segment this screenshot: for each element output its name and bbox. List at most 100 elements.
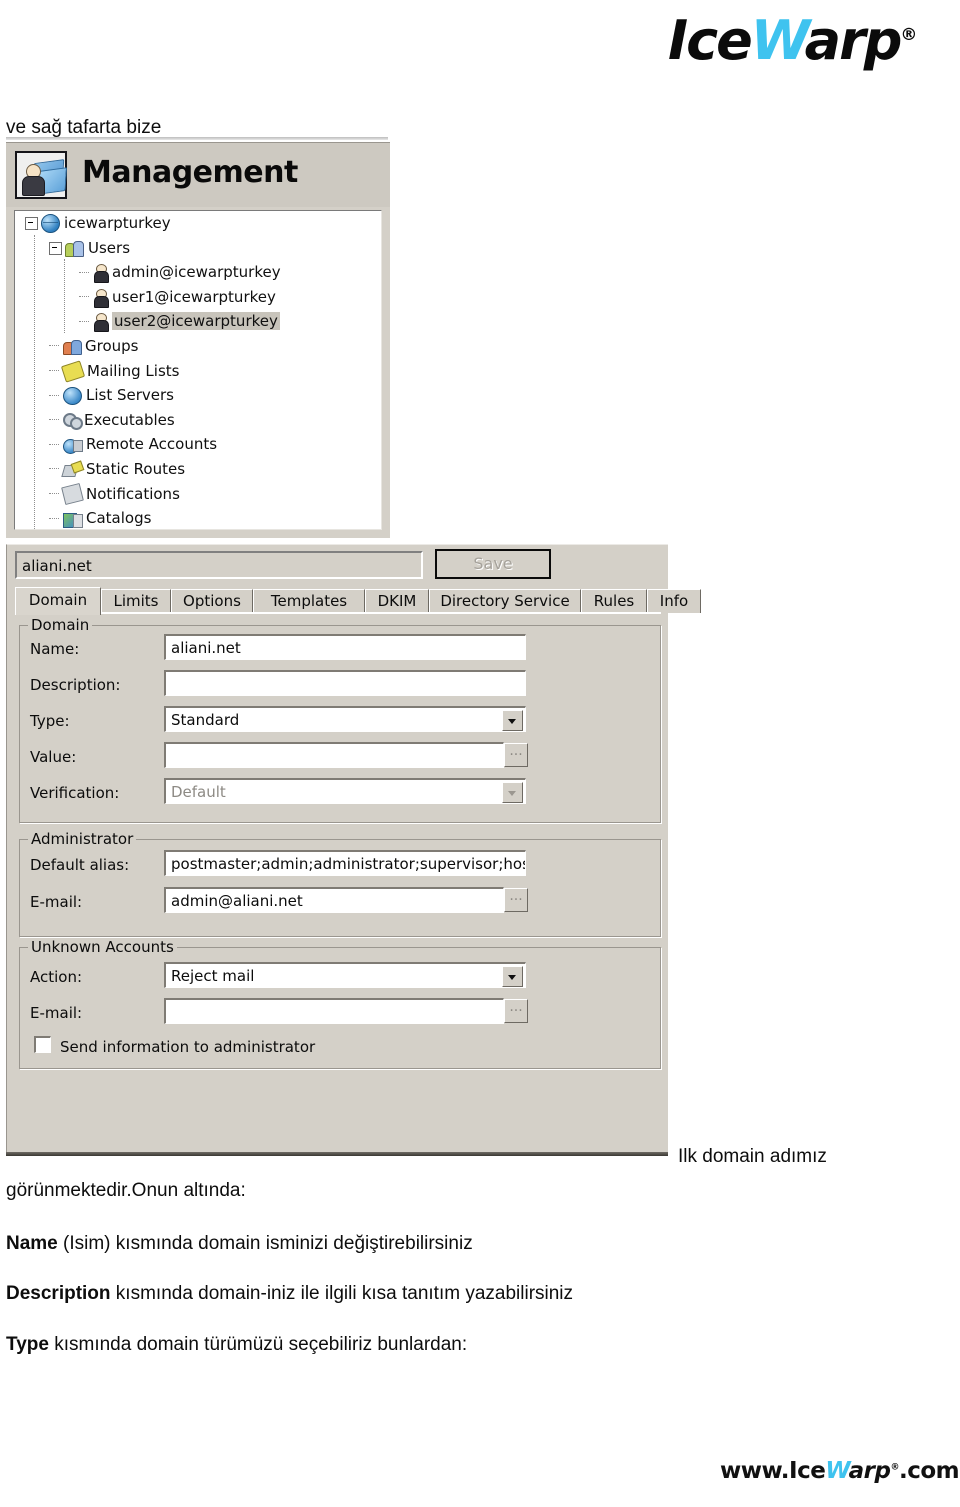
chevron-down-icon[interactable] [502,782,523,803]
tree-item[interactable]: Notifications [15,482,381,507]
tab-directory-service[interactable]: Directory Service [429,589,581,613]
description-input[interactable] [164,670,526,696]
save-button[interactable]: Save [435,549,551,579]
management-tree[interactable]: icewarpturkey Users admin@icewarpturkey use… [14,210,382,530]
prose-line-4-bold: Type [6,1334,49,1355]
name-input[interactable]: aliani.net [164,634,526,660]
logo-text-pre: Ice [668,9,753,72]
tab-label: Options [183,592,241,610]
groups-icon [63,338,82,356]
icewarp-logo: IceWarp® [668,14,917,68]
send-info-label: Send information to administrator [60,1038,316,1056]
tree-item-label: Groups [85,336,139,355]
unknown-email-label: E-mail: [30,1004,83,1022]
remote-icon [63,437,83,454]
type-label: Type: [30,712,70,730]
description-label: Description: [30,676,121,694]
tree-item[interactable]: List Servers [15,383,381,408]
tree-item-label: Executables [84,410,175,429]
prose-line-2-rest: (Isim) kısmında domain isminizi değiştir… [57,1233,473,1254]
tree-item[interactable]: Catalogs [15,506,381,529]
globe-icon [41,214,60,233]
chevron-down-icon[interactable] [502,966,523,987]
domain-group-title: Domain [28,616,93,634]
tree-item[interactable]: icewarpturkey [15,211,381,236]
verification-select-value: Default [171,783,226,801]
tree-expander-collapse-icon[interactable] [49,241,62,255]
value-input[interactable] [164,742,504,768]
tab-label: Info [659,592,689,610]
prose-line-1: görünmektedir.Onun altında: [6,1180,246,1201]
type-select[interactable]: Standard [164,706,526,732]
tree-item-label: icewarpturkey [64,214,171,232]
tab-dkim[interactable]: DKIM [365,589,429,613]
action-select-value: Reject mail [171,967,255,985]
tab-info[interactable]: Info [647,589,701,613]
prose-line-3-bold: Description [6,1283,111,1304]
tree-item[interactable]: Groups [15,334,381,359]
default-alias-input[interactable]: postmaster;admin;administrator;superviso… [164,850,526,876]
static-icon [63,461,82,477]
catalog-icon [63,511,83,528]
logo-text-w: W [750,9,807,72]
intro-text: ve sağ tafarta bize [6,117,162,138]
value-label: Value: [30,748,77,766]
verification-label: Verification: [30,784,120,802]
chevron-down-icon[interactable] [502,710,523,731]
action-label: Action: [30,968,83,986]
administrator-group-title: Administrator [28,830,137,848]
registered-mark-icon: ® [900,25,918,45]
prose-line-3: Description kısmında domain-iniz ile ilg… [6,1283,573,1305]
unknown-email-browse-button[interactable]: ... [504,999,528,1023]
action-select[interactable]: Reject mail [164,962,526,988]
name-label: Name: [30,640,80,658]
footer-website: www.IceWarp®.com.tr [720,1458,960,1484]
tab-label: DKIM [377,592,417,610]
footer-registered-icon: ® [890,1462,899,1473]
tab-rules[interactable]: Rules [581,589,647,613]
unknown-email-input[interactable] [164,998,504,1024]
domain-window-bottom-edge [6,1152,668,1156]
tree-item[interactable]: Users [15,236,381,261]
tree-item[interactable]: Mailing Lists [15,359,381,384]
tree-item[interactable]: user2@icewarpturkey [15,309,381,334]
tree-expander-collapse-icon[interactable] [25,217,38,230]
tree-item[interactable]: Executables [15,408,381,433]
tab-domain[interactable]: Domain [15,587,101,615]
management-header: Management [6,142,390,207]
tree-item[interactable]: admin@icewarpturkey [15,260,381,285]
unknown-accounts-group-box: Unknown Accounts Action: Reject mail E-m… [19,938,661,1069]
tree-item[interactable]: Remote Accounts [15,432,381,457]
notif-icon [61,483,84,506]
verification-select[interactable]: Default [164,778,526,804]
tab-options[interactable]: Options [171,589,253,613]
tree-item[interactable]: user1@icewarpturkey [15,285,381,310]
tree-item-label: Users [88,238,131,257]
tree-item-label: List Servers [86,386,174,405]
tree-item-label: Catalogs [86,509,152,528]
management-folder-person-icon [15,151,68,199]
tab-templates[interactable]: Templates [253,589,365,613]
tree-item-label: user1@icewarpturkey [112,287,276,306]
domain-group-box: Domain Name: aliani.net Description: Typ… [19,616,661,823]
tab-strip-underline [15,612,661,614]
administrator-group-box: Administrator Default alias: postmaster;… [19,830,661,937]
prose-line-2-bold: Name [6,1233,58,1254]
management-window: Management icewarpturkey Users admin@icewa… [6,142,390,538]
tab-limits[interactable]: Limits [101,589,171,613]
prose-line-4-rest: kısmında domain türümüzü seçebiliriz bun… [48,1334,468,1355]
tab-label: Directory Service [440,592,570,610]
tab-label: Domain [28,591,88,609]
send-info-checkbox[interactable] [34,1036,51,1053]
users-icon [65,240,84,258]
tree-item-label: user2@icewarpturkey [112,312,280,331]
domain-name-bar[interactable]: aliani.net [15,551,423,579]
value-browse-button[interactable]: ... [504,743,528,767]
tree-item-label: admin@icewarpturkey [112,263,281,282]
caption-right: Ilk domain adımız [678,1146,827,1167]
type-select-value: Standard [171,711,240,729]
tree-item[interactable]: Static Routes [15,457,381,482]
admin-email-input[interactable]: admin@aliani.net [164,887,504,913]
admin-email-browse-button[interactable]: ... [504,888,528,912]
domain-tab-strip[interactable]: Domain Limits Options Templates DKIM Director… [15,587,701,615]
